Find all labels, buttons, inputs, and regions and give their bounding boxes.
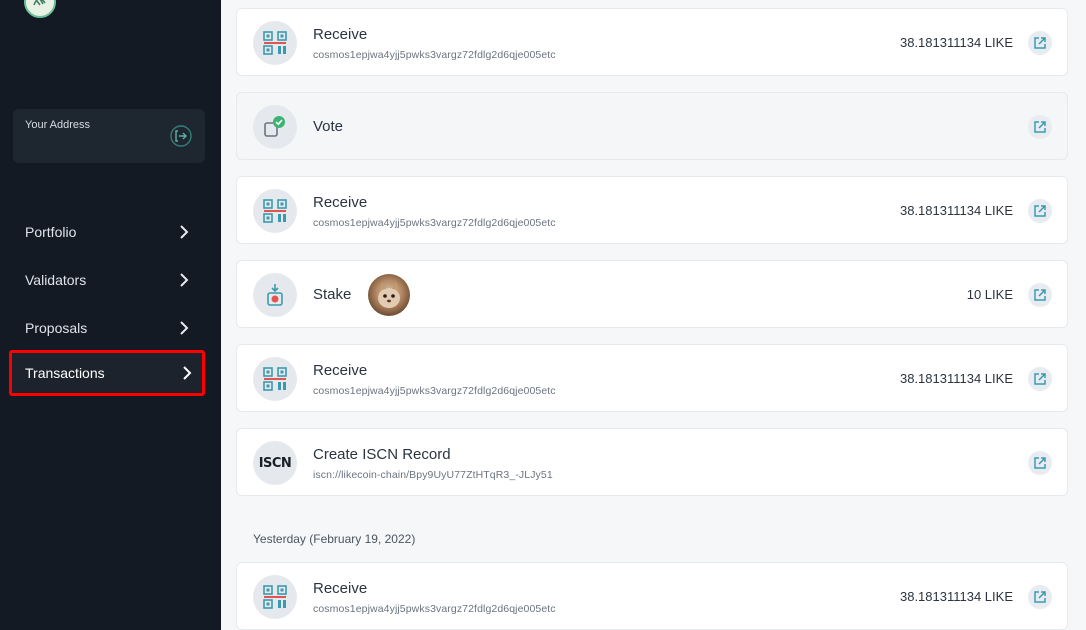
transaction-address: cosmos1epjwa4yjj5pwks3vargz72fdlg2d6qje0… xyxy=(313,385,556,397)
transaction-amount: 38.181311134 LIKE xyxy=(899,589,1013,604)
transaction-type: Receive xyxy=(313,194,368,211)
external-link-button[interactable] xyxy=(1028,115,1052,139)
external-link-icon xyxy=(1034,373,1046,385)
transaction-amount: 38.181311134 LIKE xyxy=(899,35,1013,50)
transaction-row[interactable]: Vote xyxy=(236,92,1068,160)
address-card[interactable]: Your Address xyxy=(13,109,205,163)
chevron-right-icon xyxy=(180,273,189,287)
external-link-icon xyxy=(1034,591,1046,603)
chevron-right-icon xyxy=(180,321,189,335)
transaction-row[interactable]: Stake 10 LIKE xyxy=(236,260,1068,328)
validator-avatar[interactable] xyxy=(368,274,410,316)
logout-icon[interactable] xyxy=(170,125,192,147)
sidebar: Your Address Portfolio Validators Propos… xyxy=(0,0,221,630)
vote-check-icon xyxy=(253,105,297,149)
qr-receive-icon xyxy=(253,575,297,619)
transaction-type: Vote xyxy=(313,118,344,135)
external-link-button[interactable] xyxy=(1028,31,1052,55)
date-group-label: Yesterday (February 19, 2022) xyxy=(253,532,416,546)
external-link-button[interactable] xyxy=(1028,585,1052,609)
external-link-button[interactable] xyxy=(1028,451,1052,475)
transaction-row[interactable]: Receive cosmos1epjwa4yjj5pwks3vargz72fdl… xyxy=(236,8,1068,76)
sidebar-item-portfolio[interactable]: Portfolio xyxy=(13,212,201,252)
transaction-amount: 38.181311134 LIKE xyxy=(899,371,1013,386)
iscn-logo-icon: ISCN xyxy=(253,441,297,485)
sidebar-item-proposals[interactable]: Proposals xyxy=(13,308,201,348)
transaction-address: cosmos1epjwa4yjj5pwks3vargz72fdlg2d6qje0… xyxy=(313,603,556,615)
transaction-amount: 10 LIKE xyxy=(966,287,1013,302)
transaction-row[interactable]: Receive cosmos1epjwa4yjj5pwks3vargz72fdl… xyxy=(236,344,1068,412)
transaction-amount: 38.181311134 LIKE xyxy=(899,203,1013,218)
transaction-type: Stake xyxy=(313,286,352,303)
external-link-icon xyxy=(1034,205,1046,217)
sidebar-item-transactions[interactable]: Transactions xyxy=(9,350,205,396)
sidebar-item-label: Transactions xyxy=(25,365,105,381)
transaction-type: Receive xyxy=(313,362,368,379)
stake-icon xyxy=(253,273,297,317)
transaction-type: Receive xyxy=(313,580,368,597)
iscn-record-id: iscn://likecoin-chain/Bpy9UyU77ZtHTqR3_-… xyxy=(313,469,553,481)
external-link-button[interactable] xyxy=(1028,367,1052,391)
transaction-address: cosmos1epjwa4yjj5pwks3vargz72fdlg2d6qje0… xyxy=(313,217,556,229)
external-link-icon xyxy=(1034,121,1046,133)
qr-receive-icon xyxy=(253,189,297,233)
chevron-right-icon xyxy=(180,225,189,239)
sidebar-item-label: Proposals xyxy=(25,320,88,336)
app-logo[interactable] xyxy=(24,0,56,18)
external-link-icon xyxy=(1034,457,1046,469)
transaction-row[interactable]: ISCN Create ISCN Record iscn://likecoin-… xyxy=(236,428,1068,496)
sidebar-item-validators[interactable]: Validators xyxy=(13,260,201,300)
transaction-row[interactable]: Receive cosmos1epjwa4yjj5pwks3vargz72fdl… xyxy=(236,562,1068,630)
transactions-list: Receive cosmos1epjwa4yjj5pwks3vargz72fdl… xyxy=(221,0,1086,630)
qr-receive-icon xyxy=(253,357,297,401)
chevron-right-icon xyxy=(183,366,192,380)
external-link-icon xyxy=(1034,37,1046,49)
external-link-button[interactable] xyxy=(1028,199,1052,223)
sidebar-item-label: Portfolio xyxy=(25,224,77,240)
transaction-row[interactable]: Receive cosmos1epjwa4yjj5pwks3vargz72fdl… xyxy=(236,176,1068,244)
transaction-type: Receive xyxy=(313,26,368,43)
sidebar-item-label: Validators xyxy=(25,272,87,288)
external-link-button[interactable] xyxy=(1028,283,1052,307)
qr-receive-icon xyxy=(253,21,297,65)
address-label: Your Address xyxy=(25,119,91,131)
transaction-type: Create ISCN Record xyxy=(313,446,451,463)
transaction-address: cosmos1epjwa4yjj5pwks3vargz72fdlg2d6qje0… xyxy=(313,49,556,61)
iscn-logo-text: ISCN xyxy=(258,455,292,471)
external-link-icon xyxy=(1034,289,1046,301)
